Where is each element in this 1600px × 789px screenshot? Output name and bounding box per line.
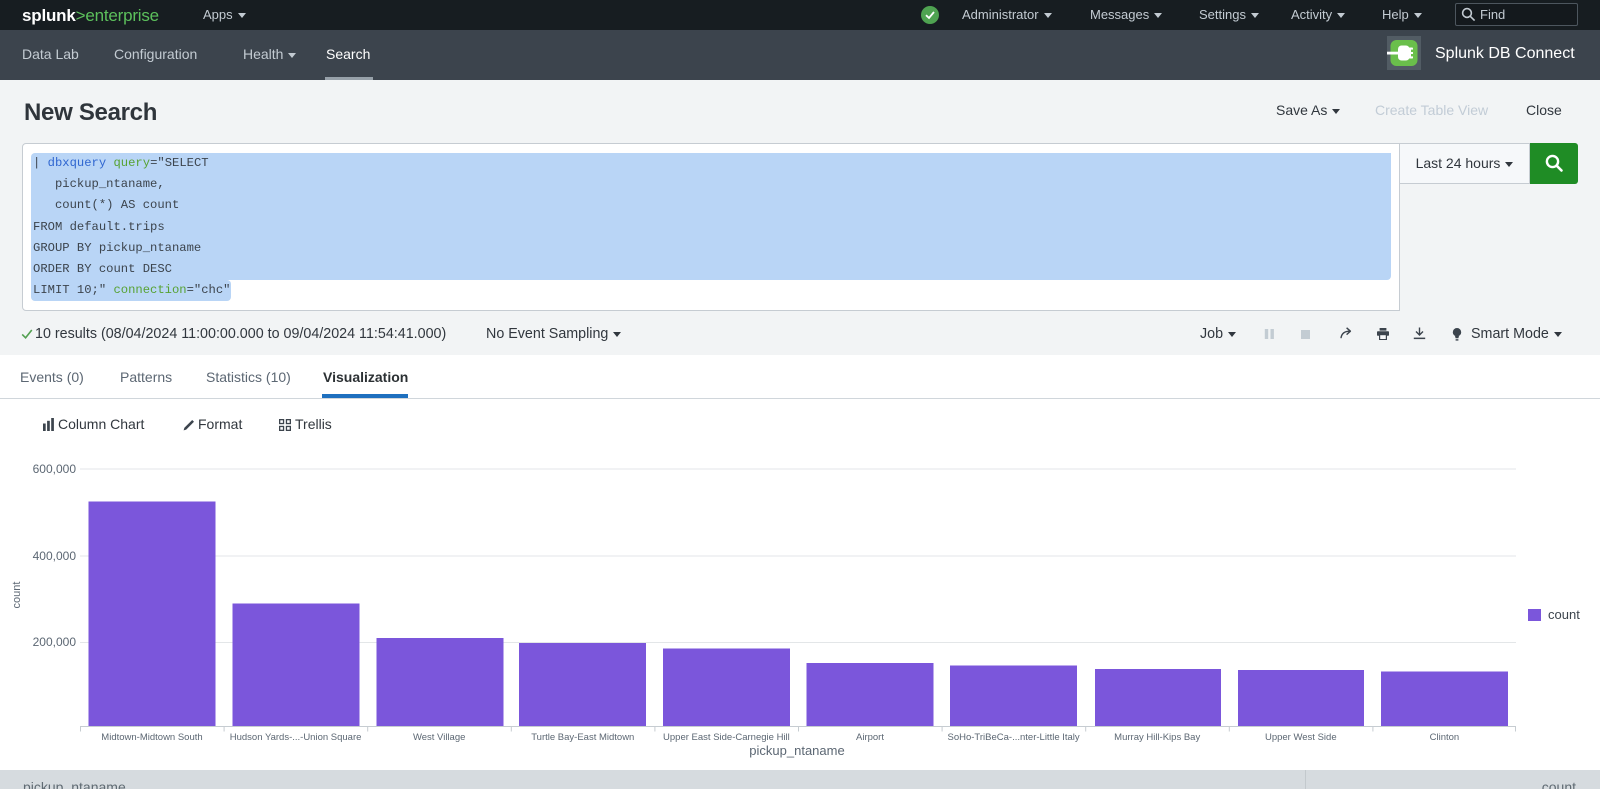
svg-text:SoHo-TriBeCa-...nter-Little It: SoHo-TriBeCa-...nter-Little Italy: [948, 732, 1080, 743]
svg-text:Hudson Yards-...-Union Square: Hudson Yards-...-Union Square: [230, 732, 362, 743]
svg-text:count: count: [1548, 607, 1580, 622]
svg-text:400,000: 400,000: [33, 549, 77, 563]
svg-text:West Village: West Village: [413, 732, 465, 743]
svg-text:200,000: 200,000: [33, 635, 77, 649]
svg-text:Murray Hill-Kips Bay: Murray Hill-Kips Bay: [1114, 732, 1200, 743]
svg-text:Upper East Side-Carnegie Hill: Upper East Side-Carnegie Hill: [663, 732, 790, 743]
svg-text:Airport: Airport: [856, 732, 884, 743]
svg-text:Midtown-Midtown South: Midtown-Midtown South: [101, 732, 202, 743]
svg-text:count: count: [11, 582, 23, 609]
svg-text:Turtle Bay-East Midtown: Turtle Bay-East Midtown: [531, 732, 634, 743]
svg-text:pickup_ntaname: pickup_ntaname: [749, 743, 844, 758]
svg-text:Clinton: Clinton: [1430, 732, 1460, 743]
svg-text:600,000: 600,000: [33, 462, 77, 476]
svg-text:Upper West Side: Upper West Side: [1265, 732, 1337, 743]
